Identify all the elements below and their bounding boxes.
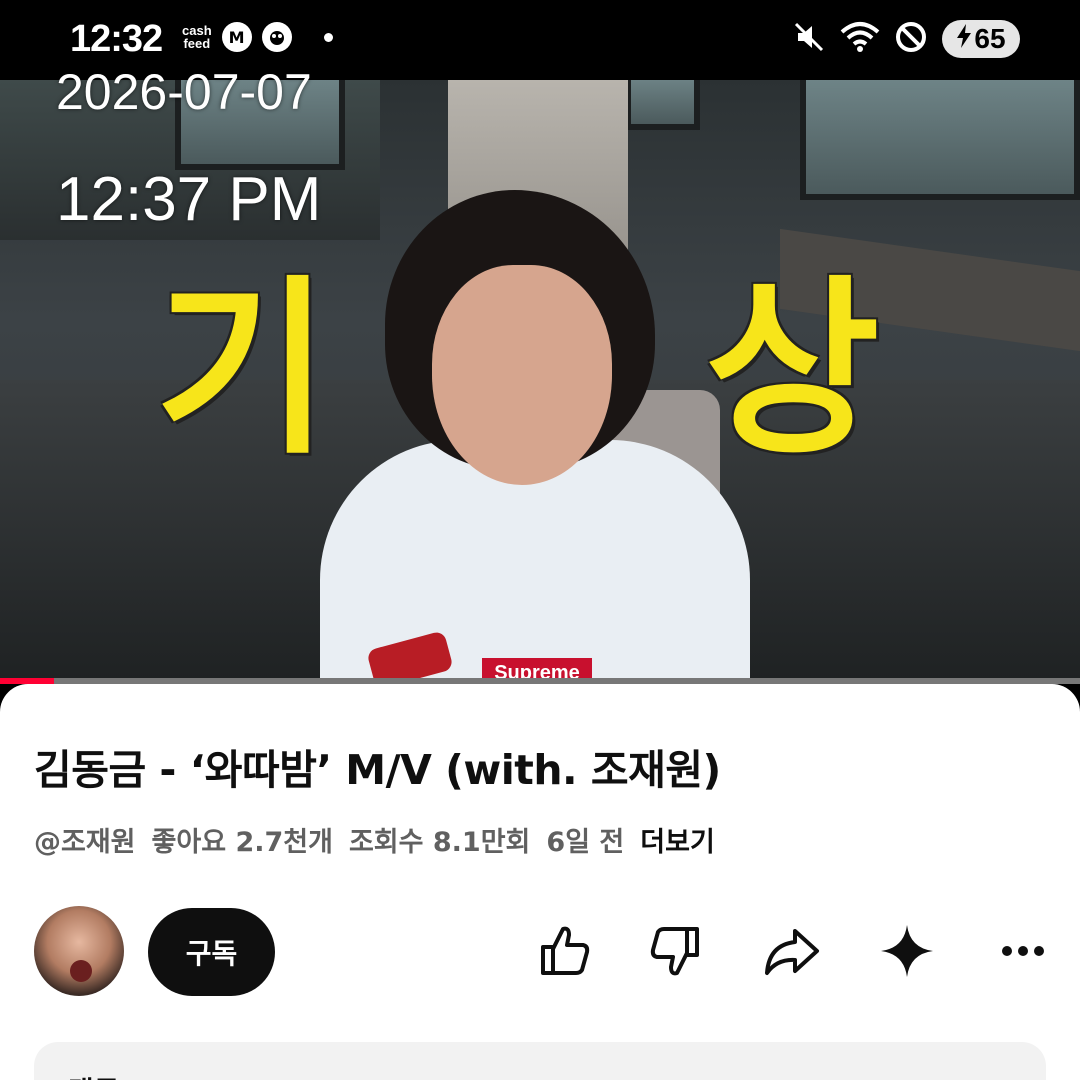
mascot-app-icon xyxy=(261,22,292,52)
like-button[interactable] xyxy=(528,918,598,988)
more-icon xyxy=(993,941,1053,965)
share-icon xyxy=(761,921,821,985)
channel-handle: @조재원 xyxy=(34,827,136,858)
view-count: 조회수 8.1만회 xyxy=(348,827,531,858)
video-info-panel: 김동금 - ‘와따밤’ M/V (with. 조재원) @조재원 좋아요 2.7… xyxy=(0,684,1080,1080)
overlay-date: 2026-07-07 xyxy=(56,64,312,120)
comments-section[interactable]: 댓글 xyxy=(34,1042,1046,1080)
shirt-logo: Supreme xyxy=(482,658,592,680)
do-not-disturb-icon xyxy=(894,20,928,58)
dislike-button[interactable] xyxy=(642,918,712,988)
sparkle-button[interactable] xyxy=(872,918,942,988)
dislike-icon xyxy=(647,921,707,985)
battery-charging-icon xyxy=(956,23,972,55)
video-person-face xyxy=(432,265,612,485)
status-right: 65 xyxy=(792,20,1020,58)
video-meta[interactable]: @조재원 좋아요 2.7천개 조회수 8.1만회 6일 전 더보기 xyxy=(34,820,715,859)
more-link[interactable]: 더보기 xyxy=(640,820,715,859)
video-window xyxy=(625,80,700,130)
action-bar xyxy=(0,918,1080,988)
more-button[interactable] xyxy=(988,918,1058,988)
cash-feed-icon: cash feed xyxy=(182,24,212,50)
notification-dot-icon xyxy=(323,32,333,42)
status-app-icons: cash feed M xyxy=(182,22,333,52)
wifi-icon xyxy=(840,20,880,58)
share-button[interactable] xyxy=(756,918,826,988)
overlay-time: 12:37 PM xyxy=(56,165,322,234)
battery-indicator: 65 xyxy=(942,20,1020,58)
like-icon xyxy=(533,921,593,985)
m-app-icon: M xyxy=(221,22,252,52)
video-caption-left: 기 xyxy=(155,259,330,480)
battery-level: 65 xyxy=(974,23,1006,54)
like-count: 좋아요 2.7천개 xyxy=(151,827,333,858)
video-title[interactable]: 김동금 - ‘와따밤’ M/V (with. 조재원) xyxy=(34,736,721,796)
cash-feed-line2: feed xyxy=(183,36,211,51)
comments-label: 댓글 xyxy=(68,1070,120,1080)
status-time: 12:32 xyxy=(70,18,163,60)
upload-age: 6일 전 xyxy=(546,827,625,858)
mute-icon xyxy=(792,20,826,58)
video-caption-right: 상 xyxy=(705,259,880,480)
sparkle-icon xyxy=(877,921,937,985)
video-window xyxy=(800,80,1080,200)
